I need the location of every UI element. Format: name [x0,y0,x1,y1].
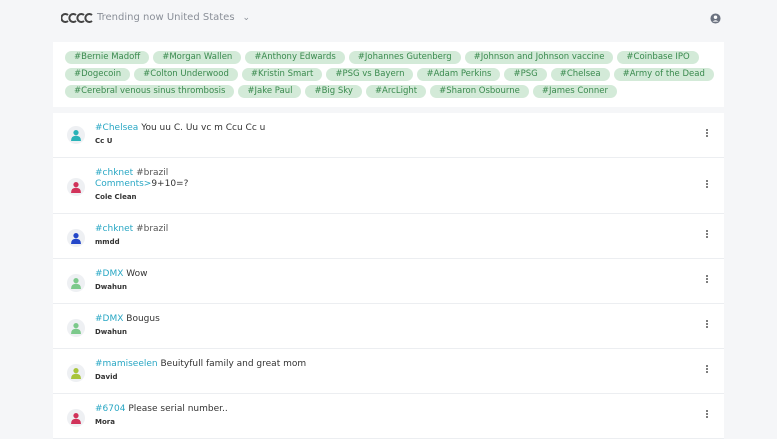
avatar[interactable] [67,178,85,196]
trending-tag[interactable]: #Colton Underwood [134,68,238,81]
post-hashtag[interactable]: #chknet [95,224,133,234]
user-account-icon[interactable] [710,13,721,24]
trending-location-dropdown[interactable]: Trending now United States ⌄ [97,12,250,23]
post-author[interactable]: Dwahun [95,328,127,336]
avatar[interactable] [67,126,85,144]
user-icon [71,323,81,334]
post-author[interactable]: mmdd [95,238,120,246]
post-item: #chknet #brazil mmdd [53,214,724,259]
post-hashtag[interactable]: #6704 [95,404,125,414]
post-body: Bougus [126,314,160,324]
more-options-icon[interactable] [703,274,711,286]
trending-tag[interactable]: #ArcLight [365,85,427,98]
post-item: #DMX Wow Dwahun [53,259,724,304]
trending-tag[interactable]: #Adam Perkins [417,68,501,81]
trending-tag[interactable]: #Chelsea [550,68,610,81]
user-icon [71,278,81,289]
chevron-down-icon: ⌄ [242,12,251,23]
post-item: #DMX Bougus Dwahun [53,304,724,349]
trending-tag[interactable]: #Big Sky [305,85,362,98]
trending-tag[interactable]: #Army of the Dead [613,68,714,81]
post-feed: #Chelsea You uu C. Uu vc m Ccu Cc u Cc U #… [53,113,724,439]
post-text: #Chelsea You uu C. Uu vc m Ccu Cc u [95,122,265,134]
avatar[interactable] [67,409,85,427]
avatar[interactable] [67,319,85,337]
post-comments-link[interactable]: Comments> [95,179,151,189]
post-text: #6704 Please serial number.. [95,403,228,415]
trending-tags-panel: #Bernie Madoff #Morgan Wallen #Anthony Edw… [53,42,724,107]
post-body: You uu C. Uu vc m Ccu Cc u [141,123,266,133]
post-body: 9+10=? [151,179,189,189]
user-icon [71,130,81,141]
post-author[interactable]: David [95,373,118,381]
post-body: Beuityfull family and great mom [160,359,307,369]
post-hashtag[interactable]: #DMX [95,314,123,324]
post-item: #6704 Please serial number.. Mora [53,394,724,439]
trending-tag[interactable]: #Johannes Gutenberg [348,51,461,64]
trending-tag[interactable]: #PSG [504,68,547,81]
more-options-icon[interactable] [703,229,711,241]
site-logo[interactable] [61,12,95,24]
trending-tag[interactable]: #Bernie Madoff [65,51,150,64]
more-options-icon[interactable] [703,179,711,191]
top-bar: Trending now United States ⌄ [0,0,777,38]
trending-label: Trending now United States [97,12,235,23]
trending-tag[interactable]: #Anthony Edwards [245,51,345,64]
more-options-icon[interactable] [703,128,711,140]
post-item: #chknet #brazil Comments>9+10=? Cole Clean [53,158,724,214]
more-options-icon[interactable] [703,409,711,421]
post-body: Wow [126,269,148,279]
trending-tag[interactable]: #Morgan Wallen [153,51,242,64]
user-icon [71,368,81,379]
user-icon [71,413,81,424]
trending-tag[interactable]: #Cerebral venous sinus thrombosis [65,85,235,98]
post-text: #mamiseelen Beuityfull family and great … [95,358,306,370]
logo-icon [61,13,93,23]
post-hashtag[interactable]: #DMX [95,269,123,279]
post-secondary-hashtag[interactable]: #brazil [136,224,168,234]
avatar[interactable] [67,229,85,247]
post-text: #DMX Wow [95,268,148,280]
trending-tag[interactable]: #Kristin Smart [241,68,323,81]
post-secondary-hashtag[interactable]: #brazil [136,168,168,178]
user-icon [71,182,81,193]
post-hashtag[interactable]: #chknet [95,168,133,178]
user-icon [71,233,81,244]
trending-tag[interactable]: #Coinbase IPO [617,51,699,64]
trending-tag[interactable]: #PSG vs Bayern [326,68,414,81]
trending-tag[interactable]: #Dogecoin [65,68,131,81]
post-author[interactable]: Dwahun [95,283,127,291]
post-hashtag[interactable]: #Chelsea [95,123,138,133]
trending-tag[interactable]: #Jake Paul [238,85,302,98]
avatar[interactable] [67,274,85,292]
trending-tag[interactable]: #Sharon Osbourne [430,85,529,98]
post-author[interactable]: Mora [95,418,115,426]
post-body: Please serial number.. [128,404,228,414]
trending-tags-list: #Bernie Madoff #Morgan Wallen #Anthony Edw… [65,51,715,98]
avatar[interactable] [67,364,85,382]
post-text: #DMX Bougus [95,313,160,325]
post-hashtag[interactable]: #mamiseelen [95,359,158,369]
trending-tag[interactable]: #James Conner [532,85,617,98]
trending-tag[interactable]: #Johnson and Johnson vaccine [464,51,614,64]
post-item: #mamiseelen Beuityfull family and great … [53,349,724,394]
post-text: #chknet #brazil [95,223,168,235]
more-options-icon[interactable] [703,364,711,376]
more-options-icon[interactable] [703,319,711,331]
post-author[interactable]: Cc U [95,137,112,145]
post-author[interactable]: Cole Clean [95,193,137,201]
post-text-line-2: Comments>9+10=? [95,178,188,190]
post-item: #Chelsea You uu C. Uu vc m Ccu Cc u Cc U [53,113,724,158]
